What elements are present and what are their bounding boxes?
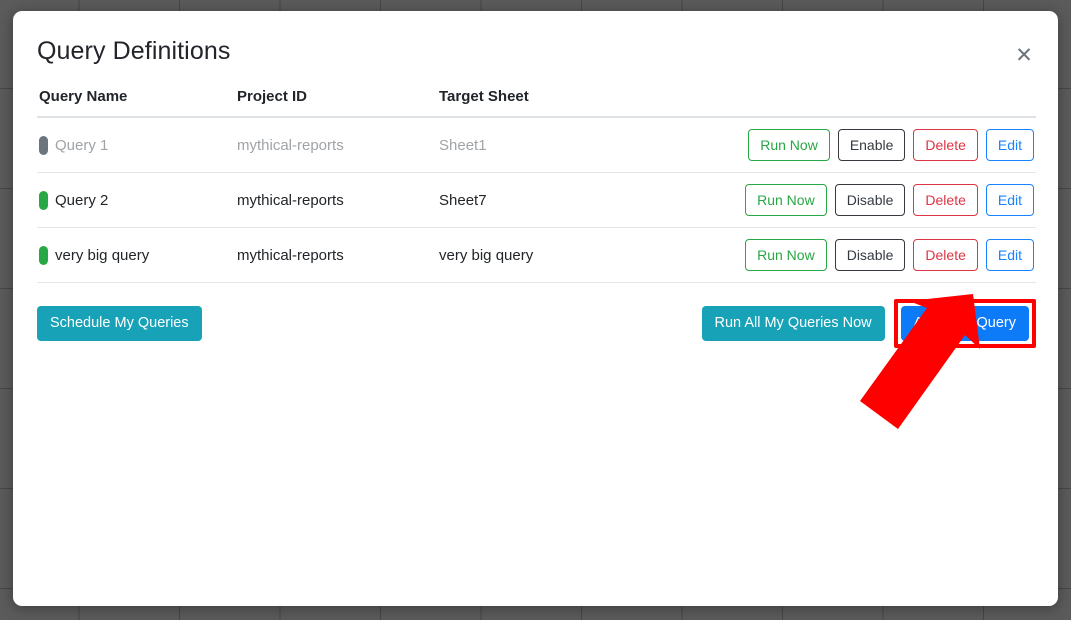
annotation-highlight-box: Add New Query: [893, 299, 1036, 348]
disable-button[interactable]: Disable: [834, 184, 906, 216]
row-action-group: Run Now Disable Delete Edit: [745, 184, 1036, 216]
run-now-button[interactable]: Run Now: [745, 184, 827, 216]
run-now-button[interactable]: Run Now: [745, 239, 827, 271]
row-action-group: Run Now Disable Delete Edit: [745, 239, 1036, 271]
query-name-label: Query 1: [55, 136, 109, 154]
query-definitions-table: Query Name Project ID Target Sheet Query…: [37, 88, 1036, 283]
column-header-target-sheet: Target Sheet: [439, 88, 746, 118]
page-title: Query Definitions: [37, 37, 231, 65]
run-now-button[interactable]: Run Now: [748, 129, 830, 161]
status-badge: [39, 190, 48, 210]
cell-actions: Run Now Disable Delete Edit: [745, 172, 1036, 228]
column-header-actions: [745, 88, 1036, 118]
edit-button[interactable]: Edit: [985, 239, 1034, 271]
cell-query-name: Query 1: [37, 117, 237, 173]
edit-button[interactable]: Edit: [985, 129, 1034, 161]
cell-query-name: very big query: [37, 227, 237, 283]
delete-button[interactable]: Delete: [913, 129, 978, 161]
status-badge: [39, 135, 48, 155]
table-header: Query Name Project ID Target Sheet: [37, 88, 1036, 118]
query-table-container: Query Name Project ID Target Sheet Query…: [13, 88, 1058, 283]
cell-target-sheet: Sheet1: [439, 117, 746, 173]
disable-button[interactable]: Disable: [834, 239, 906, 271]
cell-project-id: mythical-reports: [237, 117, 439, 173]
close-icon[interactable]: ✕: [1013, 45, 1035, 67]
query-name-label: Query 2: [55, 191, 109, 209]
edit-button[interactable]: Edit: [985, 184, 1034, 216]
column-header-query-name: Query Name: [37, 88, 237, 118]
footer-right-group: Run All My Queries Now Add New Query: [701, 299, 1036, 348]
enable-button[interactable]: Enable: [837, 129, 906, 161]
row-action-group: Run Now Enable Delete Edit: [745, 129, 1036, 161]
cell-target-sheet: Sheet7: [439, 172, 746, 228]
add-new-query-button[interactable]: Add New Query: [900, 306, 1029, 341]
table-row: Query 2 mythical-reports Sheet7 Run Now …: [37, 172, 1036, 228]
run-all-my-queries-now-button[interactable]: Run All My Queries Now: [701, 306, 885, 341]
cell-query-name: Query 2: [37, 172, 237, 228]
cell-project-id: mythical-reports: [237, 172, 439, 228]
query-name-label: very big query: [55, 246, 150, 264]
cell-target-sheet: very big query: [439, 227, 746, 283]
modal-footer: Schedule My Queries Run All My Queries N…: [13, 283, 1058, 348]
status-badge: [39, 245, 48, 265]
column-header-project-id: Project ID: [237, 88, 439, 118]
table-header-row: Query Name Project ID Target Sheet: [37, 88, 1036, 118]
delete-button[interactable]: Delete: [913, 239, 978, 271]
table-body: Query 1 mythical-reports Sheet1 Run Now …: [37, 117, 1036, 283]
table-row: very big query mythical-reports very big…: [37, 227, 1036, 283]
query-definitions-modal: Query Definitions ✕ Query Name Project I…: [13, 11, 1058, 606]
delete-button[interactable]: Delete: [913, 184, 978, 216]
cell-project-id: mythical-reports: [237, 227, 439, 283]
schedule-my-queries-button[interactable]: Schedule My Queries: [37, 306, 202, 341]
cell-actions: Run Now Disable Delete Edit: [745, 227, 1036, 283]
cell-actions: Run Now Enable Delete Edit: [745, 117, 1036, 173]
modal-header: Query Definitions ✕: [13, 11, 1058, 66]
table-row: Query 1 mythical-reports Sheet1 Run Now …: [37, 117, 1036, 173]
